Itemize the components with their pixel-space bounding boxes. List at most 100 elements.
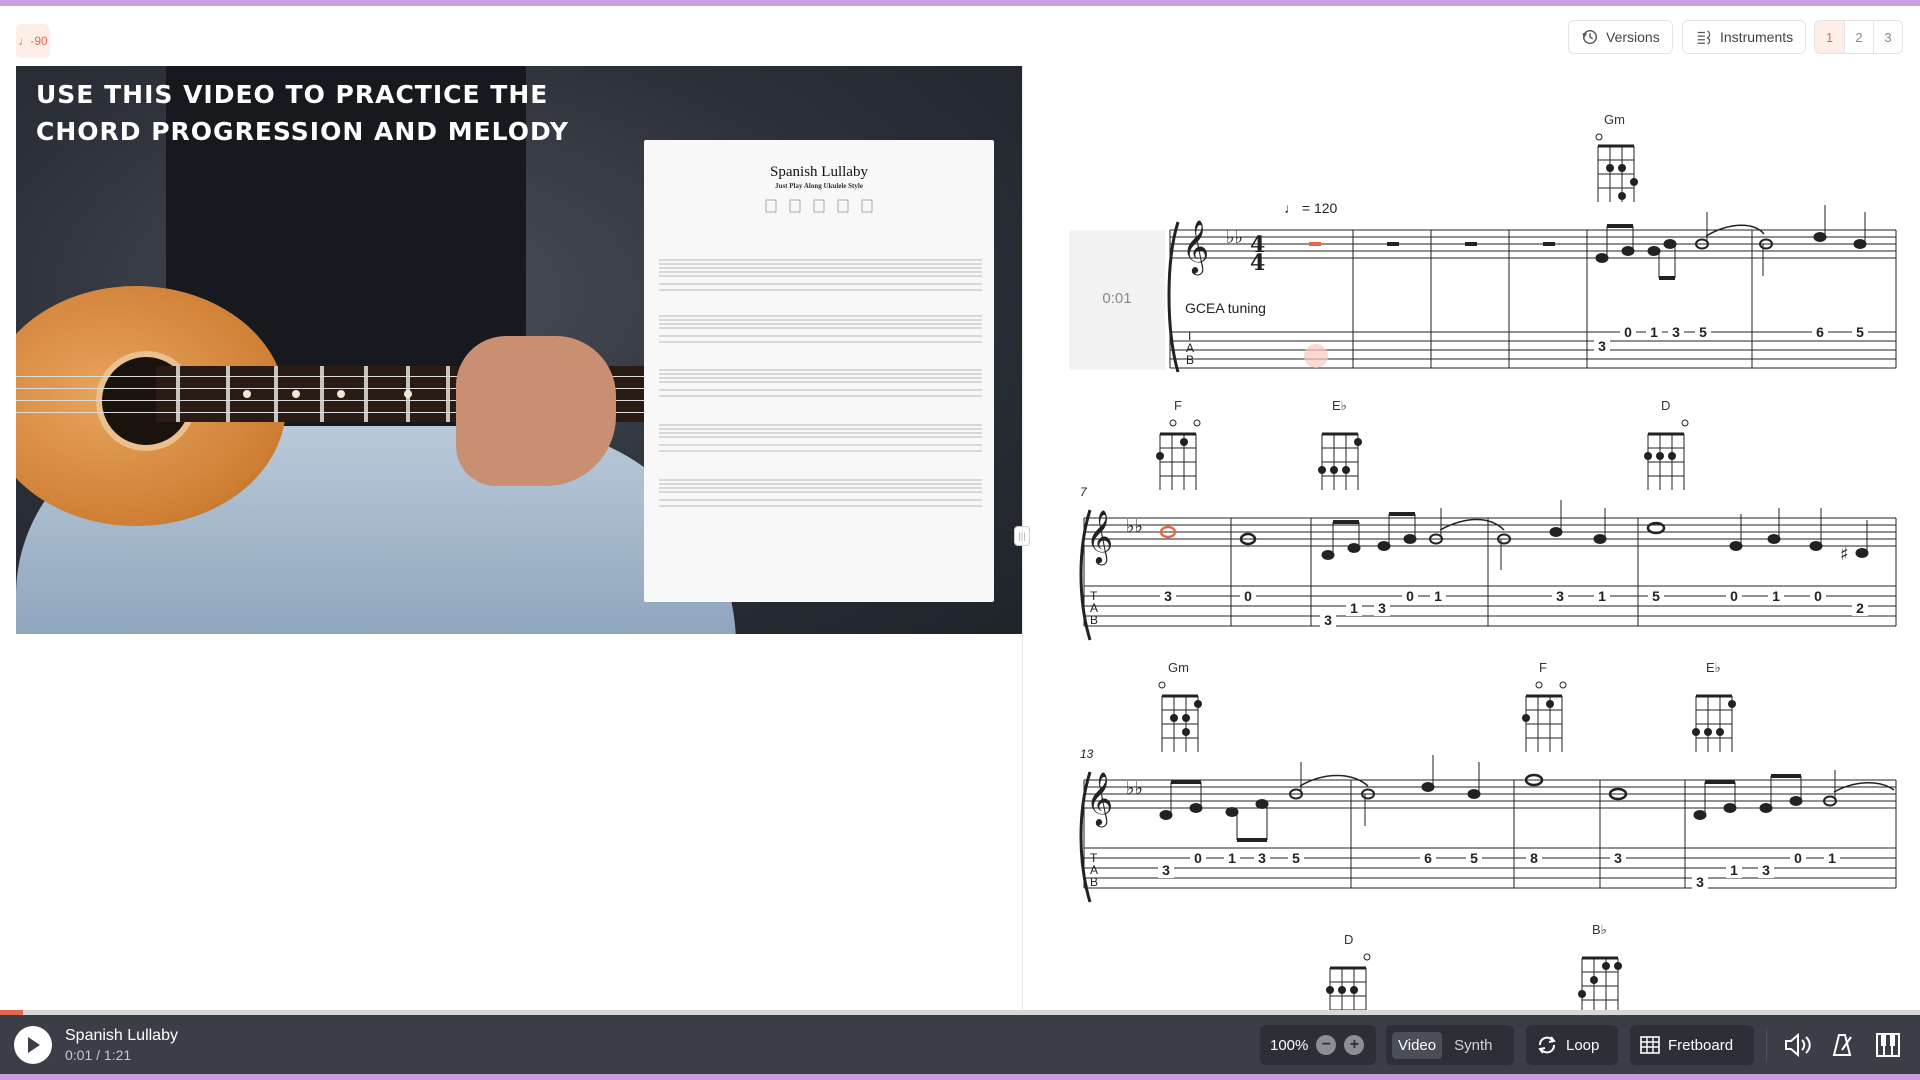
toolbar-separator — [1766, 1029, 1767, 1061]
source-toggle: Video Synth — [1386, 1025, 1514, 1065]
svg-text:1: 1 — [1228, 850, 1236, 866]
video-fret — [226, 366, 230, 422]
svg-text:♯: ♯ — [1840, 544, 1849, 565]
svg-text:1: 1 — [1598, 588, 1606, 604]
video-fret-marker — [404, 390, 412, 398]
svg-text:0: 0 — [1244, 588, 1252, 604]
svg-text:3: 3 — [1258, 850, 1266, 866]
page-tab-1[interactable]: 1 — [1815, 21, 1844, 53]
zoom-out-button[interactable]: − — [1316, 1035, 1337, 1055]
svg-text:5: 5 — [1292, 850, 1300, 866]
svg-text:𝄞: 𝄞 — [1182, 219, 1209, 275]
tab-numbers-row2: 3 0 3 1 3 0 1 3 1 5 0 1 0 2 — [1160, 588, 1868, 628]
zoom-in-button[interactable]: + — [1344, 1035, 1365, 1055]
header-toolbar: ♩-90 Versions Instruments 1 2 3 — [0, 6, 1920, 66]
page-tab-2[interactable]: 2 — [1844, 21, 1873, 53]
app-window: ♩-90 Versions Instruments 1 2 3 USE THIS… — [0, 0, 1920, 1080]
play-button[interactable] — [14, 1026, 52, 1064]
zoom-control: 100% − + — [1260, 1025, 1376, 1065]
video-source-button[interactable]: Video — [1392, 1031, 1443, 1059]
measure-number: 7 — [1080, 485, 1088, 499]
synth-source-button[interactable]: Synth — [1450, 1032, 1496, 1059]
svg-text:3: 3 — [1672, 324, 1680, 340]
play-icon — [28, 1037, 40, 1053]
svg-text:1: 1 — [1828, 850, 1836, 866]
loop-icon — [1538, 1036, 1556, 1054]
sheet-music-score[interactable]: Gm 𝄞 ♭♭ 4 4 TAB 3 0 1 3 5 6 5 F E♭ D 7 𝄞… — [1024, 66, 1920, 1010]
tab-numbers-row3: 3 0 1 3 5 6 5 8 3 3 1 3 0 1 — [1158, 850, 1840, 890]
metronome-icon[interactable]: ♩-90 — [16, 24, 50, 58]
loop-label: Loop — [1566, 1036, 1600, 1054]
svg-text:1: 1 — [1772, 588, 1780, 604]
svg-text:♭♭: ♭♭ — [1126, 516, 1143, 537]
svg-text:3: 3 — [1556, 588, 1564, 604]
svg-text:1: 1 — [1434, 588, 1442, 604]
video-fret — [446, 366, 450, 422]
page-selector: 1 2 3 — [1814, 20, 1903, 54]
metronome-button[interactable] — [1826, 1029, 1858, 1061]
svg-text:0: 0 — [1814, 588, 1822, 604]
zoom-level: 100% — [1270, 1036, 1309, 1054]
song-time: 0:01 / 1:21 — [65, 1047, 132, 1063]
fretboard-label: Fretboard — [1668, 1036, 1734, 1054]
song-title: Spanish Lullaby — [65, 1027, 178, 1044]
svg-text:6: 6 — [1424, 850, 1432, 866]
instruments-icon — [1697, 30, 1711, 45]
svg-text:3: 3 — [1696, 874, 1704, 890]
bottom-accent-bar — [0, 1074, 1920, 1080]
fretboard-button[interactable]: Fretboard — [1630, 1025, 1754, 1065]
chord-label: F — [1539, 660, 1547, 675]
svg-text:3: 3 — [1162, 862, 1170, 878]
svg-text:5: 5 — [1652, 588, 1660, 604]
video-caption: USE THIS VIDEO TO PRACTICE THE CHORD PRO… — [36, 76, 596, 150]
video-fret — [176, 366, 180, 422]
page-tab-3[interactable]: 3 — [1873, 21, 1902, 53]
fretboard-icon — [1640, 1036, 1660, 1054]
svg-text:5: 5 — [1856, 324, 1864, 340]
svg-text:3: 3 — [1164, 588, 1172, 604]
loop-button[interactable]: Loop — [1526, 1025, 1618, 1065]
video-fret — [364, 366, 368, 422]
instruments-label: Instruments — [1720, 29, 1794, 45]
video-sheet-music-overlay: Spanish Lullaby Just Play Along Ukulele … — [644, 140, 994, 602]
chord-label: D — [1661, 398, 1670, 413]
history-icon — [1582, 29, 1598, 45]
chord-label: E♭ — [1332, 398, 1347, 413]
versions-button[interactable]: Versions — [1568, 20, 1673, 54]
video-figure-hand — [456, 336, 616, 486]
piano-icon — [1876, 1033, 1900, 1057]
tempo-marking: ♩ = 120 — [1284, 200, 1338, 216]
video-caption-line2: CHORD PROGRESSION AND MELODY — [36, 117, 569, 146]
video-fret-marker — [243, 390, 251, 398]
chord-label: B♭ — [1592, 922, 1607, 937]
versions-label: Versions — [1606, 29, 1660, 45]
video-fret — [274, 366, 278, 422]
volume-button[interactable] — [1782, 1029, 1814, 1061]
svg-text:3: 3 — [1762, 862, 1770, 878]
chord-open-marker — [1595, 133, 1603, 141]
svg-text:♭♭: ♭♭ — [1126, 778, 1143, 799]
svg-text:♭♭: ♭♭ — [1226, 227, 1243, 248]
chord-label: E♭ — [1706, 660, 1721, 675]
svg-text:B: B — [1090, 613, 1098, 627]
piano-button[interactable] — [1872, 1029, 1904, 1061]
metronome-icon — [1832, 1034, 1852, 1056]
tempo-value: = 120 — [1301, 200, 1338, 216]
svg-text:6: 6 — [1816, 324, 1824, 340]
svg-text:0: 0 — [1194, 850, 1202, 866]
svg-text:0: 0 — [1624, 324, 1632, 340]
chord-label: D — [1344, 932, 1353, 947]
svg-text:4: 4 — [1250, 250, 1265, 276]
svg-text:8: 8 — [1530, 850, 1538, 866]
speaker-icon — [1785, 1032, 1811, 1058]
instruments-button[interactable]: Instruments — [1682, 20, 1807, 54]
svg-text:3: 3 — [1378, 600, 1386, 616]
sheet-staves-graphic — [659, 199, 982, 507]
svg-text:0: 0 — [1730, 588, 1738, 604]
tuning-label: GCEA tuning — [1185, 300, 1266, 316]
video-fret-marker — [292, 390, 300, 398]
svg-text:0: 0 — [1794, 850, 1802, 866]
svg-text:3: 3 — [1598, 338, 1606, 354]
video-player[interactable]: USE THIS VIDEO TO PRACTICE THE CHORD PRO… — [16, 66, 1022, 634]
svg-text:1: 1 — [1350, 600, 1358, 616]
